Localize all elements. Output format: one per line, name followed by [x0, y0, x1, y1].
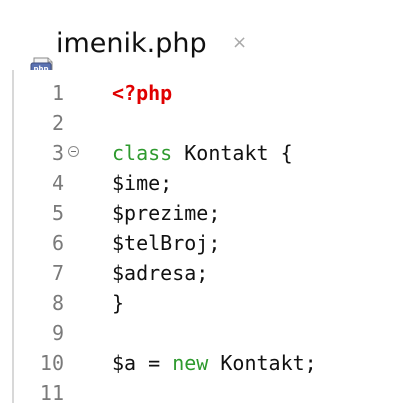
line-number: 3 — [51, 141, 64, 165]
code-token: new — [172, 351, 209, 375]
code-line[interactable]: 6 $telBroj; — [0, 228, 410, 258]
code-line[interactable]: 4 $ime; — [0, 168, 410, 198]
code-token: } — [112, 291, 125, 315]
code-text: } — [112, 288, 124, 318]
line-number: 2 — [51, 111, 64, 135]
code-token: $a = — [112, 351, 173, 375]
line-number: 11 — [39, 381, 64, 405]
code-text: $a = new Kontakt; — [112, 348, 317, 378]
close-icon[interactable]: × — [232, 30, 247, 56]
tab-bar: php imenik.php × — [0, 0, 410, 77]
code-line[interactable]: 2 — [0, 108, 410, 138]
code-text: $adresa; — [112, 258, 208, 288]
editor-window: php imenik.php × 1 <?php 2 3 class Kontakt {… — [0, 0, 410, 405]
line-number: 10 — [39, 351, 64, 375]
line-number: 8 — [51, 291, 64, 315]
fold-toggle-icon[interactable] — [68, 146, 79, 157]
code-text: $prezime; — [112, 198, 220, 228]
code-line[interactable]: 3 class Kontakt { — [0, 138, 410, 168]
line-number: 7 — [51, 261, 64, 285]
code-text: $ime; — [112, 168, 172, 198]
tab-title[interactable]: imenik.php — [56, 28, 207, 60]
code-text: $telBroj; — [112, 228, 220, 258]
code-token: Kontakt { — [172, 141, 293, 165]
code-line[interactable]: 1 <?php — [0, 78, 410, 108]
code-text: <?php — [112, 78, 172, 108]
code-line[interactable]: 9 — [0, 318, 410, 348]
code-line[interactable]: 11 — [0, 378, 410, 408]
line-number: 4 — [51, 171, 64, 195]
line-number: 1 — [51, 81, 64, 105]
code-token: $adresa; — [112, 261, 209, 285]
line-number: 5 — [51, 201, 64, 225]
code-line[interactable]: 7 $adresa; — [0, 258, 410, 288]
code-token: <?php — [112, 81, 173, 105]
line-number: 9 — [51, 321, 64, 345]
code-line[interactable]: 10 $a = new Kontakt; — [0, 348, 410, 378]
code-line[interactable]: 5 $prezime; — [0, 198, 410, 228]
code-text: class Kontakt { — [112, 138, 293, 168]
line-number: 6 — [51, 231, 64, 255]
code-line[interactable]: 8} — [0, 288, 410, 318]
code-token: $ime; — [112, 171, 173, 195]
code-token: class — [112, 141, 173, 165]
code-token: $telBroj; — [112, 231, 221, 255]
code-token: $prezime; — [112, 201, 221, 225]
code-token: Kontakt; — [208, 351, 317, 375]
